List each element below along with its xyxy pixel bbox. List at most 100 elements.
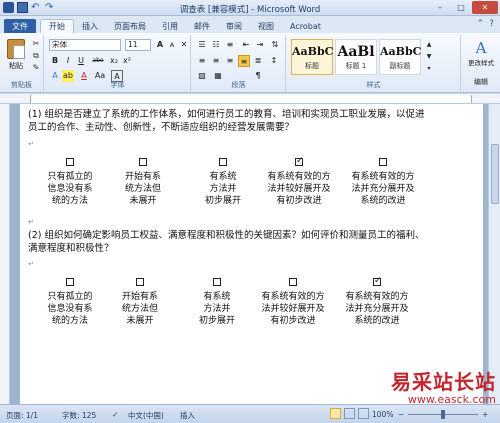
paragraph-group-label: 段落 — [231, 81, 246, 89]
paste-label: 粘贴 — [9, 62, 23, 70]
styles-scroll-down-icon[interactable]: ▼ — [423, 51, 435, 63]
bold-button[interactable]: B — [49, 55, 61, 67]
q1-option-3-checkbox[interactable] — [219, 158, 227, 166]
q2-option-3[interactable]: 有系统 方法并 初步展开 — [182, 278, 252, 327]
q2-option-4[interactable]: 有系统有效的方 法并较好展开及 有初步改进 — [252, 278, 334, 327]
font-group-label: 字体 — [110, 81, 125, 89]
q1-option-5[interactable]: 有系统有效的方 法并充分展开及 系统的改进 — [342, 158, 424, 207]
zoom-out-icon[interactable]: − — [398, 410, 404, 419]
document-page[interactable]: (1) 组织是否建立了系统的工作体系，如何进行员工的教育、培训和实现员工职业发展… — [20, 104, 483, 404]
font-name-select[interactable]: 宋体 — [49, 39, 121, 51]
watermark-text: 易采站长站 — [391, 370, 496, 394]
q1-option-1-line-1: 只有孤立的 — [47, 172, 93, 182]
style-title[interactable]: AaBbC 标题 — [291, 39, 333, 75]
tab-file[interactable]: 文件 — [4, 19, 36, 33]
zoom-in-icon[interactable]: + — [482, 410, 488, 419]
justify-icon[interactable]: ≡ — [238, 55, 250, 67]
q1-option-5-checkbox[interactable] — [379, 158, 387, 166]
tab-acrobat[interactable]: Acrobat — [282, 19, 329, 33]
close-button[interactable]: ✕ — [472, 1, 498, 14]
font-size-select[interactable]: 11 — [125, 39, 151, 51]
q1-option-2[interactable]: 开始有系 统方法但 未展开 — [108, 158, 178, 207]
shrink-font-button[interactable]: A — [166, 39, 178, 51]
tab-insert[interactable]: 插入 — [74, 19, 106, 33]
insert-mode[interactable]: 插入 — [180, 410, 195, 421]
increase-indent-icon[interactable]: ⇥ — [254, 39, 266, 51]
full-screen-view-icon[interactable] — [344, 408, 355, 419]
minimize-button[interactable]: – — [430, 1, 450, 14]
status-bar: 页面: 1/1 字数: 125 ✓ 中文(中国) 插入 100% − + — [0, 404, 500, 423]
q2-option-1[interactable]: 只有孤立的 信息没有系 统的方法 — [35, 278, 105, 327]
zoom-level[interactable]: 100% — [372, 410, 393, 419]
q1-option-2-line-3: 未展开 — [129, 196, 157, 206]
copy-icon[interactable]: ⧉ — [31, 51, 41, 61]
help-icon[interactable]: ? — [489, 19, 494, 29]
proofing-icon[interactable]: ✓ — [112, 410, 118, 419]
style-subtitle[interactable]: AaBbC 副标题 — [379, 39, 421, 75]
maximize-button[interactable]: □ — [451, 1, 471, 14]
q1-option-4[interactable]: 有系统有效的方 法并较好展开及 有初步改进 — [258, 155, 340, 207]
grow-font-button[interactable]: A — [154, 39, 166, 51]
paste-button[interactable]: 粘贴 — [4, 39, 28, 71]
vertical-ruler[interactable] — [0, 104, 10, 404]
question-2[interactable]: (2) 组织如何确定影响员工权益、满意程度和积极性的关键因素？如何评价和测量员工… — [28, 229, 428, 255]
minimize-ribbon-icon[interactable]: ⌃ — [477, 19, 485, 29]
clipboard-group-label: 剪贴板 — [11, 81, 32, 89]
q2-option-5[interactable]: 有系统有效的方 法并充分展开及 系统的改进 — [336, 275, 418, 327]
q2-option-1-checkbox[interactable] — [66, 278, 74, 286]
change-styles-button[interactable]: A 更改样式 — [464, 39, 498, 67]
numbering-icon[interactable]: ☷ — [210, 39, 222, 51]
tab-home[interactable]: 开始 — [40, 19, 74, 33]
styles-scroll-up-icon[interactable]: ▲ — [423, 39, 435, 51]
subscript-button[interactable]: x₂ — [108, 55, 120, 67]
underline-button[interactable]: U — [75, 55, 87, 67]
page-count[interactable]: 页面: 1/1 — [6, 410, 38, 421]
bullets-icon[interactable]: ☰ — [196, 39, 208, 51]
strikethrough-button[interactable]: abe — [90, 55, 106, 67]
align-center-icon[interactable]: ≡ — [210, 55, 222, 67]
cut-icon[interactable]: ✂ — [31, 39, 41, 49]
tab-page-layout[interactable]: 页面布局 — [106, 19, 154, 33]
tab-review[interactable]: 审阅 — [218, 19, 250, 33]
styles-more-icon[interactable]: ▾ — [423, 63, 435, 75]
q2-option-2-checkbox[interactable] — [136, 278, 144, 286]
superscript-button[interactable]: x² — [121, 55, 133, 67]
q2-option-5-checkbox[interactable] — [373, 275, 382, 287]
web-layout-view-icon[interactable] — [358, 408, 369, 419]
q2-option-3-checkbox[interactable] — [213, 278, 221, 286]
align-left-icon[interactable]: ≡ — [196, 55, 208, 67]
format-painter-icon[interactable]: ✎ — [31, 63, 41, 73]
sort-icon[interactable]: ⇅ — [269, 39, 281, 51]
language[interactable]: 中文(中国) — [128, 410, 164, 421]
tab-references[interactable]: 引用 — [154, 19, 186, 33]
q1-option-1-checkbox[interactable] — [66, 158, 74, 166]
multilevel-list-icon[interactable]: ≡ — [224, 39, 236, 51]
q2-option-5-line-1: 有系统有效的方 — [345, 292, 409, 302]
line-spacing-icon[interactable]: ↕ — [268, 55, 280, 67]
scrollbar-thumb[interactable] — [491, 144, 499, 204]
q1-option-4-line-1: 有系统有效的方 — [267, 172, 331, 182]
clear-format-icon[interactable]: ✕ — [178, 39, 190, 51]
distributed-icon[interactable]: ≣ — [252, 55, 264, 67]
print-layout-view-icon[interactable] — [330, 408, 341, 419]
word-count[interactable]: 字数: 125 — [62, 410, 96, 421]
q1-option-4-checkbox[interactable] — [295, 155, 304, 167]
q1-option-1[interactable]: 只有孤立的 信息没有系 统的方法 — [35, 158, 105, 207]
q1-option-3[interactable]: 有系统 方法并 初步展开 — [188, 158, 258, 207]
q1-option-1-line-3: 统的方法 — [51, 196, 88, 206]
q2-option-2[interactable]: 开始有系 统方法但 未展开 — [105, 278, 175, 327]
vertical-scrollbar[interactable] — [488, 104, 500, 404]
align-right-icon[interactable]: ≡ — [224, 55, 236, 67]
zoom-slider-thumb[interactable] — [441, 410, 445, 419]
edit-label[interactable]: 编辑 — [464, 77, 498, 87]
decrease-indent-icon[interactable]: ⇤ — [240, 39, 252, 51]
question-1[interactable]: (1) 组织是否建立了系统的工作体系，如何进行员工的教育、培训和实现员工职业发展… — [28, 108, 428, 134]
tab-view[interactable]: 视图 — [250, 19, 282, 33]
q1-option-2-checkbox[interactable] — [139, 158, 147, 166]
italic-button[interactable]: I — [62, 55, 74, 67]
q1-option-2-line-1: 开始有系 — [124, 172, 161, 182]
tab-mailings[interactable]: 邮件 — [186, 19, 218, 33]
horizontal-ruler[interactable] — [0, 94, 500, 104]
q2-option-4-checkbox[interactable] — [289, 278, 297, 286]
style-heading-1[interactable]: AaBl 标题 1 — [335, 39, 377, 75]
